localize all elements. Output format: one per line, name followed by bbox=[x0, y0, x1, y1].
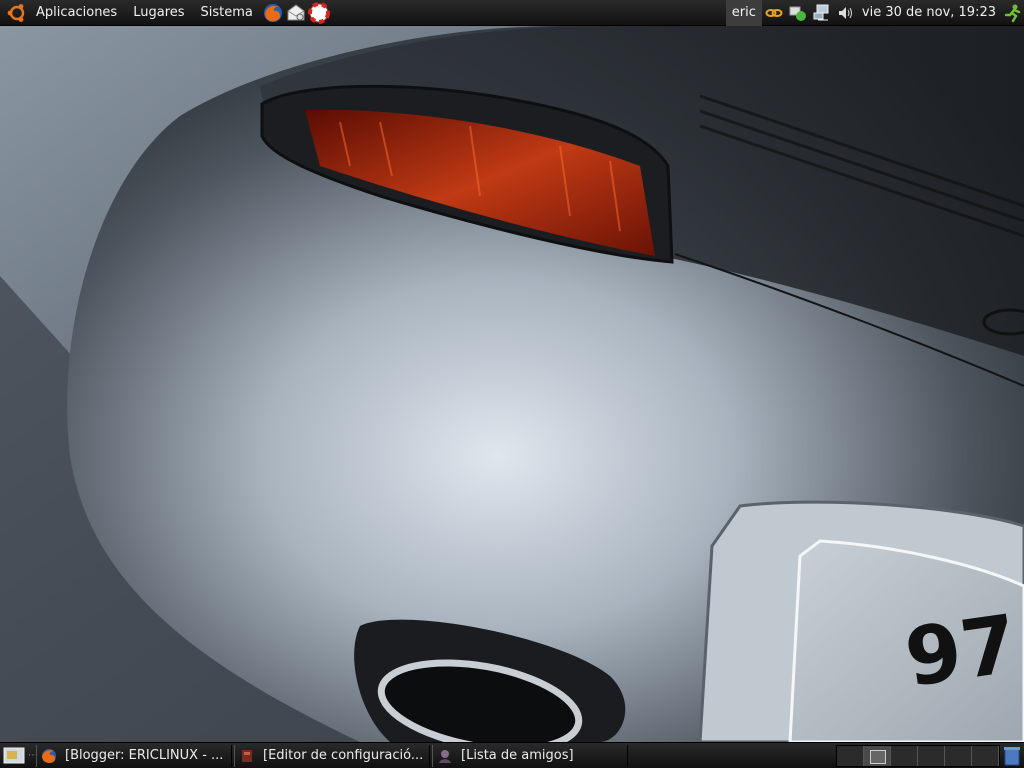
workspace-2[interactable] bbox=[864, 745, 891, 766]
workspace-6[interactable] bbox=[972, 745, 999, 766]
panel-handle[interactable]: ⋯ bbox=[28, 746, 38, 766]
workspace-3[interactable] bbox=[891, 745, 918, 766]
workspace-1[interactable] bbox=[837, 745, 864, 766]
show-desktop-icon[interactable] bbox=[2, 745, 28, 767]
volume-icon[interactable] bbox=[836, 3, 856, 23]
workspace-switcher bbox=[836, 744, 1000, 767]
network-icon[interactable] bbox=[812, 3, 832, 23]
firefox-icon[interactable] bbox=[262, 2, 284, 24]
menu-aplicaciones[interactable]: Aplicaciones bbox=[28, 5, 125, 20]
workspace-4[interactable] bbox=[918, 745, 945, 766]
task-label: [Editor de configuració... bbox=[263, 748, 424, 763]
task-button-config-editor[interactable]: [Editor de configuració... bbox=[234, 744, 430, 767]
task-label: [Blogger: ERICLINUX - ... bbox=[65, 748, 224, 763]
task-button-blogger[interactable]: [Blogger: ERICLINUX - ... bbox=[36, 744, 232, 767]
plate-text: 97 bbox=[900, 597, 1023, 705]
mail-icon[interactable] bbox=[285, 2, 307, 24]
firefox-icon bbox=[42, 748, 56, 763]
ubuntu-logo-icon[interactable] bbox=[6, 2, 28, 24]
desktop-wallpaper: 97 bbox=[0, 26, 1024, 742]
bottom-panel: ⋯ [Blogger: ERICLINUX - ... [Editor de c… bbox=[0, 742, 1024, 768]
config-editor-icon bbox=[242, 749, 252, 762]
task-label: [Lista de amigos] bbox=[461, 748, 574, 763]
network-status-icon[interactable] bbox=[788, 3, 808, 23]
top-panel: Aplicaciones Lugares Sistema eric vie 30… bbox=[0, 0, 1024, 26]
buddy-list-icon bbox=[439, 749, 451, 763]
chain-icon[interactable] bbox=[764, 3, 784, 23]
menu-lugares[interactable]: Lugares bbox=[125, 5, 192, 20]
help-icon[interactable] bbox=[307, 1, 330, 24]
task-button-buddy-list[interactable]: [Lista de amigos] bbox=[432, 744, 628, 767]
trash-icon[interactable] bbox=[1002, 745, 1022, 767]
user-switcher[interactable]: eric bbox=[725, 0, 762, 26]
workspace-5[interactable] bbox=[945, 745, 972, 766]
menu-sistema[interactable]: Sistema bbox=[193, 5, 261, 20]
running-man-icon[interactable] bbox=[1002, 3, 1022, 23]
clock[interactable]: vie 30 de nov, 19:23 bbox=[858, 5, 1000, 20]
